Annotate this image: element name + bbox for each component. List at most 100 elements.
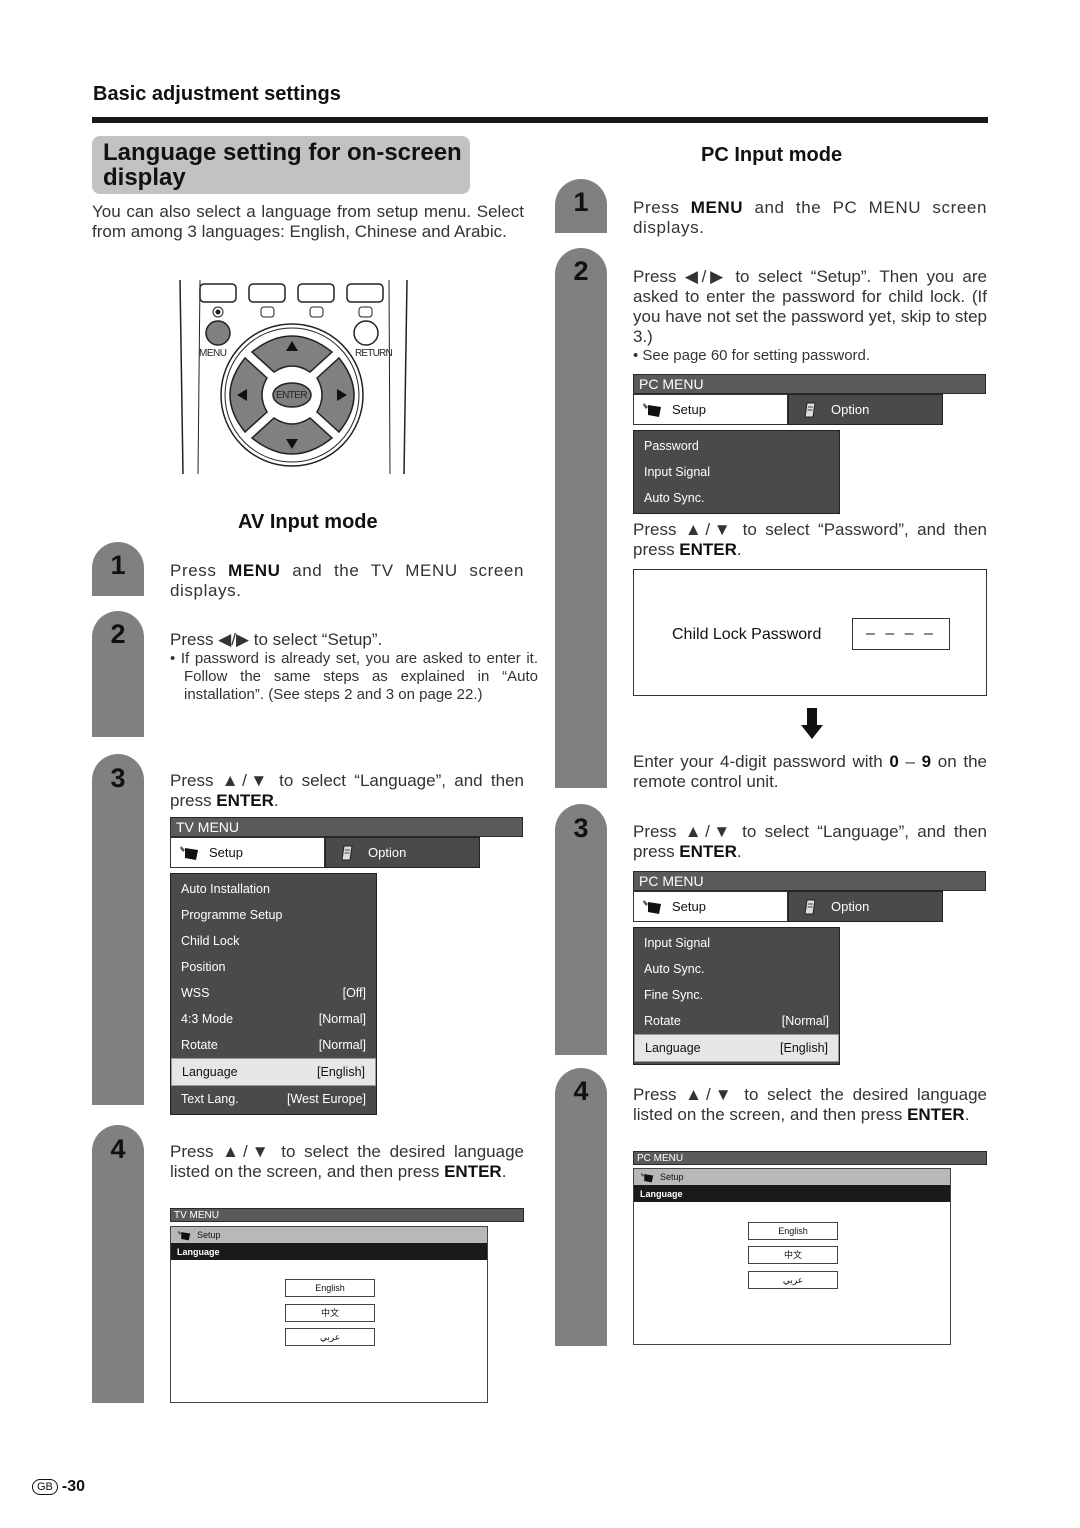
menu-item-label: Input Signal — [644, 465, 711, 479]
menu-item-rotate[interactable]: Rotate [Normal] — [171, 1032, 376, 1058]
lang-option-chinese[interactable]: 中文 — [748, 1246, 838, 1264]
menu-item-label: Child Lock — [181, 934, 240, 948]
password-input[interactable]: – – – – — [852, 618, 950, 650]
pc-step-3-number: 3 — [573, 813, 589, 843]
pc-menu-title: PC MENU — [633, 374, 986, 394]
digit-key: 0 — [889, 752, 899, 771]
tab-setup-label: Setup — [209, 845, 243, 860]
av-step-1-text: Press MENU and the TV MENU screen displa… — [170, 561, 524, 601]
lang-option-english[interactable]: English — [285, 1279, 375, 1297]
menu-item-label: Fine Sync. — [644, 988, 704, 1002]
teletext-info-icon — [309, 306, 324, 318]
lang-option-chinese[interactable]: 中文 — [285, 1304, 375, 1322]
menu-item-label: 4:3 Mode — [181, 1012, 234, 1026]
lang-setup-row: Setup — [171, 1227, 487, 1243]
menu-item-position[interactable]: Position — [171, 954, 376, 980]
page-footer: GB -30 — [32, 1478, 85, 1496]
lang-setup-label: Setup — [197, 1230, 221, 1240]
menu-item-language[interactable]: Language [English] — [171, 1058, 376, 1086]
menu-item-programme-setup[interactable]: Programme Setup — [171, 902, 376, 928]
lang-heading: Language — [171, 1243, 487, 1260]
tab-setup[interactable]: Setup — [170, 837, 325, 868]
menu-item-value: [Off] — [342, 986, 366, 1000]
menu-item-label: Language — [645, 1041, 701, 1055]
menu-item-label: Auto Installation — [181, 882, 270, 896]
digit-key: 9 — [921, 752, 932, 771]
menu-item-auto-installation[interactable]: Auto Installation — [171, 876, 376, 902]
text-part: . — [736, 842, 742, 861]
lang-option-arabic[interactable]: عربي — [285, 1328, 375, 1346]
teletext-help-icon — [260, 306, 275, 318]
lang-option-english[interactable]: English — [748, 1222, 838, 1240]
menu-item-value: [Normal] — [781, 1014, 829, 1028]
pc-step-2-enter-password-text: Enter your 4-digit password with 0 – 9 o… — [633, 752, 987, 792]
option-document-icon — [804, 402, 816, 417]
menu-item-password[interactable]: Password — [634, 433, 839, 459]
menu-item-auto-sync[interactable]: Auto Sync. — [634, 956, 839, 982]
region-badge: GB — [32, 1479, 58, 1495]
intro-text: You can also select a language from setu… — [92, 202, 524, 241]
color-button-2 — [248, 283, 286, 303]
tv-menu-list: Auto Installation Programme Setup Child … — [170, 873, 377, 1115]
text-part: Press — [633, 198, 691, 217]
pc-step-1-number: 1 — [573, 187, 589, 217]
option-document-icon — [804, 899, 816, 914]
tab-option[interactable]: Option — [325, 837, 480, 868]
pc-step-4-number: 4 — [573, 1076, 589, 1106]
pc-menu-language: PC MENU Setup Option Input Signal Auto S… — [633, 871, 987, 1065]
av-step-3-number: 3 — [110, 763, 126, 793]
menu-item-value: [Normal] — [318, 1038, 366, 1052]
menu-item-rotate[interactable]: Rotate [Normal] — [634, 1008, 839, 1034]
av-step-2-number: 2 — [110, 619, 126, 649]
pc-step-2-note: • See page 60 for setting password. — [633, 347, 871, 364]
enter-key: ENTER — [216, 791, 274, 810]
lang-setup-row: Setup — [634, 1169, 950, 1185]
text-part: . — [736, 540, 742, 559]
menu-item-child-lock[interactable]: Child Lock — [171, 928, 376, 954]
lang-option-arabic[interactable]: عربي — [748, 1271, 838, 1289]
section-header: Basic adjustment settings — [93, 83, 341, 105]
menu-item-wss[interactable]: WSS [Off] — [171, 980, 376, 1006]
pc-step-2-text: Press ◀/▶ to select “Setup”. Then you ar… — [633, 267, 987, 346]
page-title: Language setting for on-screen display — [103, 139, 462, 191]
menu-item-fine-sync[interactable]: Fine Sync. — [634, 982, 839, 1008]
menu-item-4-3-mode[interactable]: 4:3 Mode [Normal] — [171, 1006, 376, 1032]
tab-setup[interactable]: Setup — [633, 394, 788, 425]
tab-setup-label: Setup — [672, 899, 706, 914]
tab-option[interactable]: Option — [788, 394, 943, 425]
menu-item-value: [English] — [317, 1065, 365, 1079]
menu-item-auto-sync[interactable]: Auto Sync. — [634, 485, 839, 511]
color-button-1 — [199, 283, 237, 303]
tv-menu: TV MENU Setup Option Auto Installation P… — [170, 817, 524, 1115]
menu-item-label: Programme Setup — [181, 908, 283, 922]
menu-item-label: Rotate — [181, 1038, 218, 1052]
setup-tools-icon — [180, 845, 198, 860]
av-step-1-number: 1 — [110, 550, 126, 580]
lang-setup-label: Setup — [660, 1172, 684, 1182]
menu-item-input-signal[interactable]: Input Signal — [634, 459, 839, 485]
tab-option[interactable]: Option — [788, 891, 943, 922]
pc-step-4-tab — [555, 1068, 607, 1346]
pc-menu-list: Input Signal Auto Sync. Fine Sync. Rotat… — [633, 927, 840, 1065]
menu-item-input-signal[interactable]: Input Signal — [634, 930, 839, 956]
tab-option-label: Option — [831, 899, 870, 914]
tab-setup[interactable]: Setup — [633, 891, 788, 922]
enter-key: ENTER — [679, 842, 737, 861]
tab-option-label: Option — [368, 845, 407, 860]
av-step-2-note: • If password is already set, you are as… — [170, 650, 538, 703]
menu-item-text-lang[interactable]: Text Lang. [West Europe] — [171, 1086, 376, 1112]
text-part: . — [501, 1162, 507, 1181]
pc-step-3-text: Press ▲/▼ to select “Language”, and then… — [633, 822, 987, 862]
av-step-4-number: 4 — [110, 1134, 126, 1164]
teletext-icon — [358, 306, 373, 318]
enter-key: ENTER — [679, 540, 737, 559]
color-button-3 — [297, 283, 335, 303]
tv-menu-tabs: Setup Option — [170, 837, 524, 868]
av-step-4-tab — [92, 1125, 144, 1403]
pc-menu-tabs: Setup Option — [633, 891, 987, 922]
pc-step-1-text: Press MENU and the PC MENU screen displa… — [633, 198, 987, 238]
tab-option-label: Option — [831, 402, 870, 417]
menu-item-value: [West Europe] — [287, 1092, 366, 1106]
menu-item-value: [Normal] — [318, 1012, 366, 1026]
menu-item-language[interactable]: Language [English] — [634, 1034, 839, 1062]
